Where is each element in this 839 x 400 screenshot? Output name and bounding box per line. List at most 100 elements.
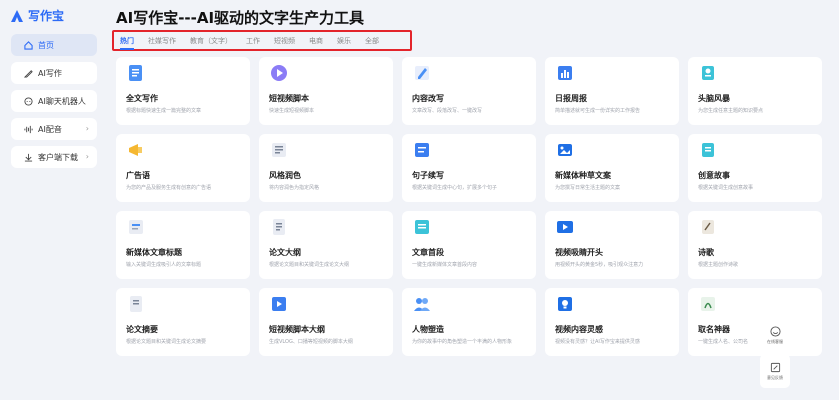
card-desc: 根据关键词生成中心句，扩展多个句子: [412, 185, 498, 191]
card-title: 创意故事: [698, 171, 730, 180]
tool-card-slogan[interactable]: 广告语 为您的产品及服务生成有创意的广告语: [116, 134, 250, 202]
sidebar-item-label: 客户端下载: [38, 152, 78, 162]
card-desc: 文章改写、段落改写、一键改写: [412, 108, 483, 114]
card-title: 广告语: [126, 171, 150, 180]
app-logo[interactable]: 写作宝: [10, 7, 64, 24]
card-title: 新媒体文章标题: [126, 248, 182, 257]
tool-card-style-polish[interactable]: 风格润色 将内容润色为指定风格: [259, 134, 393, 202]
card-desc: 用视频开头的黄金5秒，吸引观众注意力: [555, 262, 644, 268]
card-title: 内容改写: [412, 94, 444, 103]
outline-icon: [273, 219, 285, 235]
card-title: 文章首段: [412, 248, 444, 257]
tool-card-article-opening[interactable]: 文章首段 一键生成新媒体文章首段内容: [402, 211, 536, 279]
download-icon: [23, 152, 33, 162]
tool-card-video-inspiration[interactable]: 视频内容灵感 视频没有灵感？让AI写作宝来提供灵感: [545, 288, 679, 356]
tab-short-video[interactable]: 短视频: [274, 36, 295, 46]
tab-all[interactable]: 全部: [365, 36, 379, 46]
online-service-button[interactable]: 在线客服: [760, 318, 790, 352]
card-title: 短视频脚本大纲: [269, 325, 325, 334]
tool-card-new-media-headline[interactable]: 新媒体文章标题 输入关键词生成吸引人的文章标题: [116, 211, 250, 279]
card-desc: 根据论文题目和关键词生成论文大纲: [269, 262, 350, 268]
sentence-icon: [415, 143, 429, 157]
card-title: 全文写作: [126, 94, 158, 103]
megaphone-icon: [129, 144, 142, 156]
tab-ecommerce[interactable]: 电商: [309, 36, 323, 46]
tool-card-naming[interactable]: 取名神器 一键生成人名、公司名: [688, 288, 822, 356]
card-desc: 简单描述就可生成一份详实的工作报告: [555, 108, 641, 114]
card-desc: 输入关键词生成吸引人的文章标题: [126, 262, 202, 268]
logo-icon: [11, 9, 23, 22]
naming-icon: [701, 297, 715, 311]
tool-card-daily-weekly-report[interactable]: 日报周报 简单描述就可生成一份详实的工作报告: [545, 57, 679, 125]
card-title: 诗歌: [698, 248, 714, 257]
card-title: 视频吸睛开头: [555, 248, 603, 257]
card-title: 日报周报: [555, 94, 587, 103]
video-opening-icon: [557, 221, 573, 233]
tab-hot[interactable]: 热门: [120, 36, 134, 50]
tool-card-short-video-outline[interactable]: 短视频脚本大纲 生成VLOG、口播等短视频的脚本大纲: [259, 288, 393, 356]
card-desc: 根据论文题目和关键词生成论文摘要: [126, 339, 207, 345]
tool-card-content-rewrite[interactable]: 内容改写 文章改写、段落改写、一键改写: [402, 57, 536, 125]
pen-icon: [23, 68, 33, 78]
online-service-label: 在线客服: [767, 338, 783, 344]
sidebar-item-home[interactable]: 首页: [11, 34, 97, 56]
chat-bubble-icon: [23, 96, 33, 106]
tool-card-creative-story[interactable]: 创意故事 根据关键词生成创意故事: [688, 134, 822, 202]
style-polish-icon: [272, 143, 286, 157]
home-icon: [23, 40, 33, 50]
report-icon: [558, 66, 572, 80]
card-desc: 将内容润色为指定风格: [269, 185, 320, 191]
card-desc: 一键生成新媒体文章首段内容: [412, 262, 478, 268]
chevron-right-icon: ›: [85, 152, 89, 161]
smile-icon: [769, 325, 781, 337]
tab-work[interactable]: 工作: [246, 36, 260, 46]
tool-card-thesis-abstract[interactable]: 论文摘要 根据论文题目和关键词生成论文摘要: [116, 288, 250, 356]
sidebar-item-ai-chatbot[interactable]: AI聊天机器人: [11, 90, 97, 112]
card-title: 论文大纲: [269, 248, 301, 257]
tool-card-short-video-script[interactable]: 短视频脚本 快速生成短视频脚本: [259, 57, 393, 125]
tool-card-thesis-outline[interactable]: 论文大纲 根据论文题目和关键词生成论文大纲: [259, 211, 393, 279]
tool-card-sentence-continue[interactable]: 句子续写 根据关键词生成中心句，扩展多个句子: [402, 134, 536, 202]
tool-card-new-media-copy[interactable]: 新媒体种草文案 为您撰写日常生活主题的文案: [545, 134, 679, 202]
category-tabs: 热门 社媒写作 教育（文字） 工作 短视频 电商 娱乐 全部: [112, 30, 412, 51]
rewrite-icon: [415, 66, 429, 80]
sidebar-item-label: AI配音: [38, 124, 62, 134]
tool-card-brainstorm[interactable]: 头脑风暴 为您生成任意主题的知识要点: [688, 57, 822, 125]
abstract-icon: [130, 296, 142, 312]
script-outline-icon: [272, 297, 286, 311]
sidebar-item-label: AI写作: [38, 68, 62, 78]
brainstorm-icon: [702, 66, 714, 80]
card-title: 取名神器: [698, 325, 730, 334]
card-title: 人物塑造: [412, 325, 444, 334]
tool-card-video-hook[interactable]: 视频吸睛开头 用视频开头的黄金5秒，吸引观众注意力: [545, 211, 679, 279]
edit-icon: [770, 362, 780, 372]
card-title: 风格润色: [269, 171, 301, 180]
top-bar: 写作宝 AI写作宝---AI驱动的文字生产力工具: [0, 0, 839, 32]
card-desc: 根据主题创作诗歌: [698, 262, 739, 268]
logo-text: 写作宝: [28, 9, 65, 23]
card-desc: 为您撰写日常生活主题的文案: [555, 185, 621, 191]
feedback-button[interactable]: 意见反馈: [760, 354, 790, 388]
document-icon: [129, 65, 142, 81]
card-desc: 为你的故事中的角色塑造一个丰满的人物形象: [412, 339, 513, 345]
card-desc: 为您生成任意主题的知识要点: [698, 108, 764, 114]
tool-card-character-building[interactable]: 人物塑造 为你的故事中的角色塑造一个丰满的人物形象: [402, 288, 536, 356]
card-desc: 根据关键词生成创意故事: [698, 185, 754, 191]
tab-social-writing[interactable]: 社媒写作: [148, 36, 176, 46]
new-media-icon: [558, 144, 572, 156]
card-title: 论文摘要: [126, 325, 158, 334]
card-desc: 为您的产品及服务生成有创意的广告语: [126, 185, 212, 191]
page-title: AI写作宝---AI驱动的文字生产力工具: [116, 9, 365, 27]
sidebar-item-client-download[interactable]: 客户端下载 ›: [11, 146, 97, 168]
tool-card-full-article[interactable]: 全文写作 根据标题快速生成一篇完整的文章: [116, 57, 250, 125]
chevron-right-icon: ›: [85, 124, 89, 133]
sidebar-item-ai-write[interactable]: AI写作: [11, 62, 97, 84]
tab-entertainment[interactable]: 娱乐: [337, 36, 351, 46]
tab-education[interactable]: 教育（文字）: [190, 36, 232, 46]
card-title: 句子续写: [412, 171, 444, 180]
inspiration-icon: [558, 297, 572, 311]
sidebar-item-ai-voice[interactable]: AI配音 ›: [11, 118, 97, 140]
tool-card-poem[interactable]: 诗歌 根据主题创作诗歌: [688, 211, 822, 279]
headline-icon: [129, 220, 143, 234]
people-icon: [414, 298, 430, 311]
